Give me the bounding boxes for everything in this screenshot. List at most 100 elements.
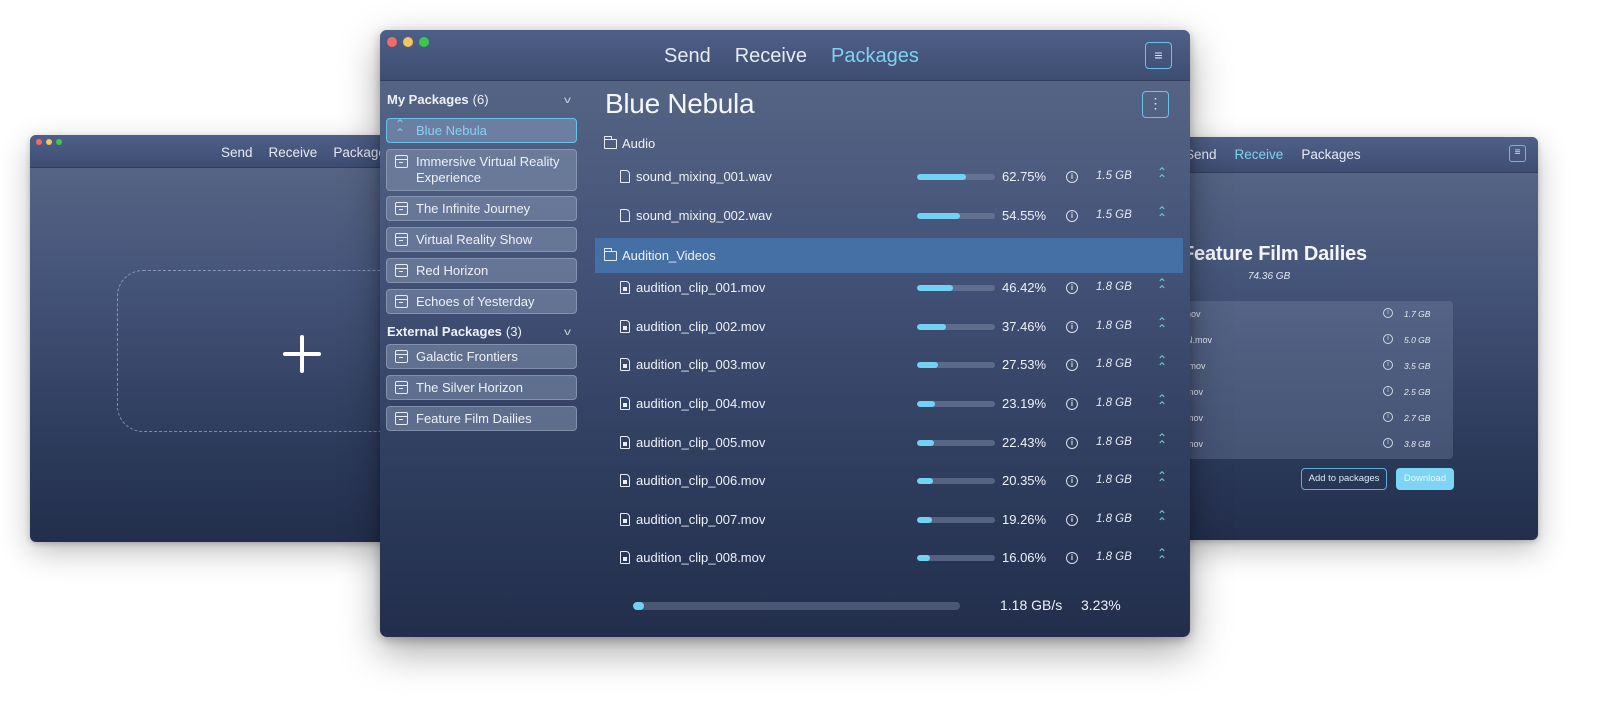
info-icon[interactable]: i bbox=[1066, 359, 1078, 372]
titlebar: Send Receive Packages ≡ bbox=[1178, 137, 1538, 173]
file-row[interactable]: mov i 2.5 GB bbox=[1178, 379, 1453, 405]
file-row[interactable]: audition_clip_002.mov 37.46% i 1.8 GB ⌃ ⌃ bbox=[595, 308, 1183, 346]
section-label: External Packages bbox=[387, 324, 502, 339]
package-name: Red Horizon bbox=[416, 263, 489, 278]
tab-packages[interactable]: Packages bbox=[1301, 147, 1360, 162]
download-button[interactable]: Download bbox=[1396, 468, 1454, 490]
file-row[interactable]: mov i 3.8 GB bbox=[1178, 431, 1453, 457]
file-row[interactable]: audition_clip_007.mov 19.26% i 1.8 GB ⌃ ⌃ bbox=[595, 501, 1183, 539]
progress-fill bbox=[917, 555, 930, 562]
info-icon[interactable]: i bbox=[1066, 475, 1078, 488]
minimize-button[interactable] bbox=[46, 139, 52, 145]
package-title: Blue Nebula bbox=[605, 88, 755, 119]
file-row[interactable]: audition_clip_005.mov 22.43% i 1.8 GB ⌃ ⌃ bbox=[595, 424, 1183, 462]
file-row[interactable]: N.mov i 5.0 GB bbox=[1178, 327, 1453, 353]
tab-receive[interactable]: Receive bbox=[1235, 147, 1284, 162]
file-size: 3.8 GB bbox=[1404, 439, 1431, 449]
folder-row[interactable]: Audio bbox=[595, 126, 1183, 161]
external-packages-header: External Packages (3) bbox=[387, 324, 522, 339]
zoom-button[interactable] bbox=[419, 37, 429, 47]
more-options-icon[interactable]: ⋮ bbox=[1142, 91, 1169, 118]
tab-send[interactable]: Send bbox=[221, 145, 253, 160]
menu-icon[interactable]: ≡ bbox=[1509, 145, 1526, 162]
chevron-down-icon[interactable]: v bbox=[564, 95, 571, 106]
package-box-icon bbox=[395, 381, 408, 394]
close-button[interactable] bbox=[36, 139, 42, 145]
sidebar-package-item[interactable]: Virtual Reality Show bbox=[386, 227, 577, 252]
file-dropzone[interactable] bbox=[117, 270, 390, 432]
file-row[interactable]: audition_clip_006.mov 20.35% i 1.8 GB ⌃ ⌃ bbox=[595, 462, 1183, 500]
info-icon[interactable]: i bbox=[1066, 171, 1078, 183]
file-size: 1.8 GB bbox=[1096, 435, 1132, 448]
tab-receive[interactable]: Receive bbox=[735, 45, 807, 68]
priority-up-icon[interactable]: ⌃ ⌃ bbox=[1157, 354, 1167, 373]
tab-send[interactable]: Send bbox=[664, 45, 711, 68]
file-row[interactable]: nov i 1.7 GB bbox=[1178, 301, 1453, 327]
sidebar-package-item[interactable]: Feature Film Dailies bbox=[386, 406, 577, 431]
priority-up-icon[interactable]: ⌃ ⌃ bbox=[1157, 205, 1167, 224]
tab-packages[interactable]: Packages bbox=[831, 45, 919, 68]
priority-up-icon[interactable]: ⌃ ⌃ bbox=[1157, 277, 1167, 296]
info-icon[interactable]: i bbox=[1066, 209, 1078, 222]
sidebar-package-item[interactable]: Galactic Frontiers bbox=[386, 344, 577, 369]
minimize-button[interactable] bbox=[403, 37, 413, 47]
priority-up-icon[interactable]: ⌃ ⌃ bbox=[1157, 509, 1167, 528]
sidebar-package-item[interactable]: Red Horizon bbox=[386, 258, 577, 283]
file-row[interactable]: audition_clip_004.mov 23.19% i 1.8 GB ⌃ ⌃ bbox=[595, 385, 1183, 423]
file-name: sound_mixing_001.wav bbox=[636, 169, 772, 184]
file-row[interactable]: .mov i 3.5 GB bbox=[1178, 353, 1453, 379]
info-icon[interactable]: i bbox=[1383, 334, 1393, 344]
info-icon[interactable]: i bbox=[1383, 386, 1393, 396]
zoom-button[interactable] bbox=[56, 139, 62, 145]
nav-tabs: Send Receive Packages bbox=[221, 145, 390, 160]
progress-fill bbox=[917, 174, 966, 180]
plus-icon[interactable] bbox=[283, 335, 321, 373]
info-icon[interactable]: i bbox=[1066, 436, 1078, 449]
sidebar-package-item[interactable]: Echoes of Yesterday bbox=[386, 289, 577, 314]
chevron-down-icon[interactable]: v bbox=[564, 327, 571, 338]
sidebar-package-item[interactable]: The Silver Horizon bbox=[386, 375, 577, 400]
folder-row[interactable]: Audition_Videos bbox=[595, 238, 1183, 274]
file-row[interactable]: mov i 2.7 GB bbox=[1178, 405, 1453, 431]
progress-percent: 62.75% bbox=[1002, 169, 1047, 184]
info-icon[interactable]: i bbox=[1066, 552, 1078, 565]
hamburger-menu-icon[interactable]: ≡ bbox=[1145, 42, 1172, 69]
progress-bar bbox=[917, 401, 995, 407]
info-icon[interactable]: i bbox=[1066, 282, 1078, 295]
total-percent: 3.23% bbox=[1081, 597, 1121, 613]
sidebar-package-item[interactable]: Immersive Virtual Reality Experience bbox=[386, 149, 577, 191]
progress-percent: 16.06% bbox=[1002, 550, 1047, 566]
priority-up-icon[interactable]: ⌃ ⌃ bbox=[1157, 166, 1167, 185]
info-icon[interactable]: i bbox=[1383, 412, 1393, 422]
progress-bar bbox=[917, 212, 995, 219]
add-to-packages-button[interactable]: Add to packages bbox=[1301, 468, 1387, 490]
file-size: 5.0 GB bbox=[1404, 335, 1431, 345]
info-icon[interactable]: i bbox=[1383, 308, 1393, 318]
file-size: 1.8 GB bbox=[1096, 397, 1132, 409]
file-row[interactable]: sound_mixing_002.wav 54.55% i 1.5 GB ⌃ ⌃ bbox=[595, 197, 1183, 235]
progress-bar bbox=[917, 439, 995, 446]
priority-up-icon[interactable]: ⌃ ⌃ bbox=[1157, 470, 1167, 489]
file-row[interactable]: sound_mixing_001.wav 62.75% i 1.5 GB ⌃ ⌃ bbox=[595, 158, 1183, 196]
info-icon[interactable]: i bbox=[1066, 320, 1078, 333]
info-icon[interactable]: i bbox=[1066, 398, 1078, 410]
priority-up-icon[interactable]: ⌃ ⌃ bbox=[1157, 547, 1167, 566]
priority-up-icon[interactable]: ⌃ ⌃ bbox=[1157, 393, 1167, 412]
folder-name: Audition_Videos bbox=[622, 248, 716, 264]
file-row[interactable]: audition_clip_003.mov 27.53% i 1.8 GB ⌃ ⌃ bbox=[595, 346, 1183, 384]
priority-up-icon[interactable]: ⌃ ⌃ bbox=[1157, 316, 1167, 335]
file-row[interactable]: audition_clip_008.mov 16.06% i 1.8 GB ⌃ ⌃ bbox=[595, 539, 1183, 577]
file-name: audition_clip_003.mov bbox=[636, 357, 766, 373]
info-icon[interactable]: i bbox=[1383, 360, 1393, 370]
file-row[interactable]: audition_clip_001.mov 46.42% i 1.8 GB ⌃ ⌃ bbox=[595, 269, 1183, 307]
info-icon[interactable]: i bbox=[1066, 513, 1078, 526]
sidebar-package-item[interactable]: ⌃ ⌃ Blue Nebula bbox=[386, 118, 577, 143]
sidebar-package-item[interactable]: The Infinite Journey bbox=[386, 196, 577, 221]
close-button[interactable] bbox=[387, 37, 397, 47]
package-box-icon bbox=[395, 233, 408, 246]
video-file-icon bbox=[620, 358, 630, 372]
progress-fill bbox=[917, 212, 960, 219]
info-icon[interactable]: i bbox=[1383, 438, 1393, 448]
tab-receive[interactable]: Receive bbox=[269, 145, 318, 160]
priority-up-icon[interactable]: ⌃ ⌃ bbox=[1157, 432, 1167, 451]
